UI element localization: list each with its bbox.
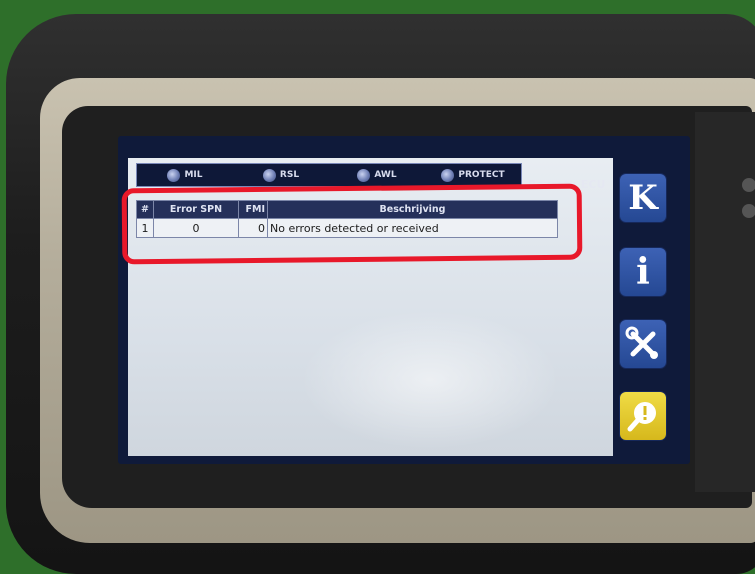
device-side-slot xyxy=(695,112,755,492)
indicator-rsl: RSL xyxy=(233,168,329,182)
indicator-protect: PROTECT xyxy=(425,168,521,182)
home-button[interactable]: K xyxy=(620,174,666,222)
lamp-indicator-icon xyxy=(357,168,371,182)
indicator-label: PROTECT xyxy=(458,170,505,180)
indicator-bar: MIL RSL AWL PROTECT xyxy=(136,163,522,187)
lamp-indicator-icon xyxy=(441,168,455,182)
magnifier-alert-icon xyxy=(627,402,656,432)
indicator-label: AWL xyxy=(374,170,397,180)
lamp-indicator-icon xyxy=(167,168,181,182)
indicator-label: MIL xyxy=(184,170,203,180)
device-knob xyxy=(742,178,755,192)
info-button[interactable]: i xyxy=(620,248,666,296)
lamp-indicator-icon xyxy=(262,168,276,182)
screen-glare xyxy=(300,310,560,450)
wrench-screwdriver-icon xyxy=(625,326,658,359)
indicator-mil: MIL xyxy=(137,168,233,182)
indicator-label: RSL xyxy=(279,170,300,180)
info-icon: i xyxy=(636,251,650,293)
settings-button[interactable] xyxy=(620,320,666,368)
device-knob xyxy=(742,204,755,218)
indicator-awl: AWL xyxy=(329,168,425,182)
k-logo-icon: K xyxy=(628,178,658,218)
diagnostics-button[interactable] xyxy=(620,392,666,440)
red-annotation-highlight xyxy=(121,183,583,265)
